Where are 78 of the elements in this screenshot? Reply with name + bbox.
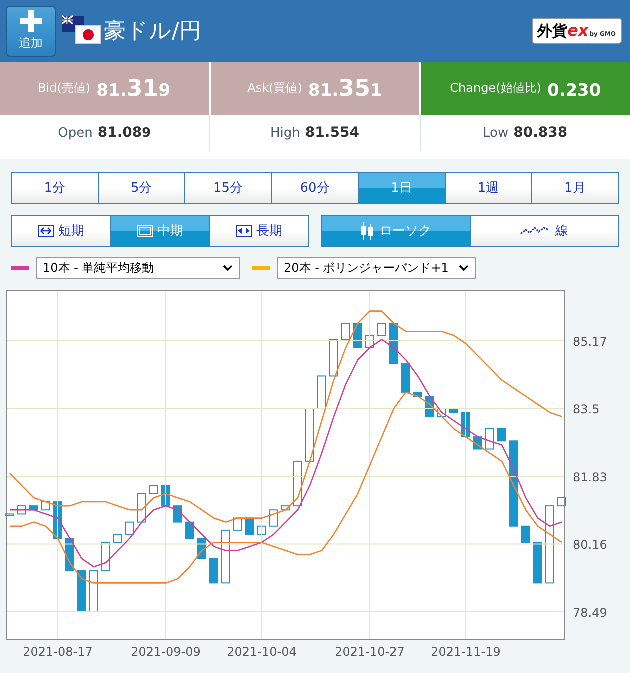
candle [534, 542, 542, 584]
candle [138, 493, 146, 523]
range-tab[interactable]: 短期 [12, 216, 111, 246]
period-tab[interactable]: 15分 [185, 173, 272, 203]
candle [402, 364, 410, 393]
expand-icon [38, 225, 54, 237]
candle [486, 428, 494, 450]
candle [450, 408, 458, 414]
quote-value: 81.319 [96, 76, 171, 102]
chevron-down-icon [459, 264, 469, 272]
range-tab[interactable]: 長期 [210, 216, 308, 246]
candle [234, 518, 242, 531]
candle [78, 570, 86, 612]
candle [6, 514, 14, 516]
chart-type-tab[interactable]: 線 [470, 216, 618, 246]
candle [498, 428, 506, 442]
y-tick-label: 78.49 [573, 606, 608, 620]
indicator-dropdown[interactable]: 10本 - 単純平均移動 [36, 257, 240, 279]
quote-label: Ask(買値) [248, 80, 302, 97]
candle [258, 526, 266, 535]
candle [306, 408, 314, 462]
candle [174, 506, 182, 523]
candle [222, 530, 230, 584]
candle [18, 506, 26, 515]
quote-label: Change(始値比) [450, 80, 542, 97]
quote-value: 0.230 [547, 80, 602, 102]
candle [342, 322, 350, 340]
ohlc-label: Open [58, 126, 93, 140]
candle [126, 522, 134, 535]
period-tab[interactable]: 1週 [446, 173, 532, 203]
candle [270, 510, 278, 527]
plus-icon [20, 10, 42, 32]
candle [246, 518, 254, 535]
candle [186, 522, 194, 540]
candle [330, 339, 338, 377]
candle [378, 322, 386, 336]
pair-title: 豪ドル/円 [104, 18, 202, 46]
compress-icon [236, 225, 252, 237]
y-tick-label: 81.83 [573, 470, 608, 484]
candle [294, 460, 302, 507]
ohlc-value: 81.554 [305, 125, 360, 141]
candlestick-icon [360, 222, 374, 240]
period-tab[interactable]: 60分 [272, 173, 359, 203]
ohlc-value: 80.838 [514, 125, 568, 141]
ohlc-label: Low [483, 126, 509, 140]
chevron-down-icon [223, 264, 233, 272]
y-tick-label: 80.16 [573, 538, 608, 552]
candle [354, 322, 362, 348]
y-tick-label: 83.5 [573, 402, 600, 417]
x-tick-label: 2021-11-19 [431, 645, 501, 659]
candle [282, 506, 290, 511]
candle [90, 570, 98, 612]
period-tab[interactable]: 1月 [532, 173, 618, 203]
candle [30, 506, 38, 511]
x-tick-label: 2021-09-09 [131, 645, 201, 659]
period-tab[interactable]: 5分 [98, 173, 186, 203]
candle [42, 502, 50, 511]
ohlc-label: High [270, 126, 300, 140]
candle [150, 485, 158, 494]
add-button[interactable]: 追加 [6, 6, 56, 56]
quote-label: Bid(売値) [38, 80, 91, 97]
candle [318, 376, 326, 410]
x-tick-label: 2021-10-04 [227, 645, 297, 659]
y-tick-label: 85.17 [573, 334, 608, 349]
indicator-dropdown[interactable]: 20本 - ボリンジャーバンド+1 [277, 257, 476, 279]
period-tab[interactable]: 1分 [12, 173, 99, 203]
candle [414, 392, 422, 397]
candle [102, 542, 110, 572]
candle [390, 322, 398, 365]
x-tick-label: 2021-10-27 [335, 645, 405, 659]
frame-icon [136, 225, 152, 237]
line-chart-icon [520, 226, 550, 236]
quote-value: 81.351 [308, 76, 382, 102]
candle [522, 526, 530, 544]
ohlc-value: 81.089 [98, 125, 152, 141]
candle [114, 534, 122, 544]
candle [210, 558, 218, 584]
x-tick-label: 2021-08-17 [23, 645, 93, 659]
